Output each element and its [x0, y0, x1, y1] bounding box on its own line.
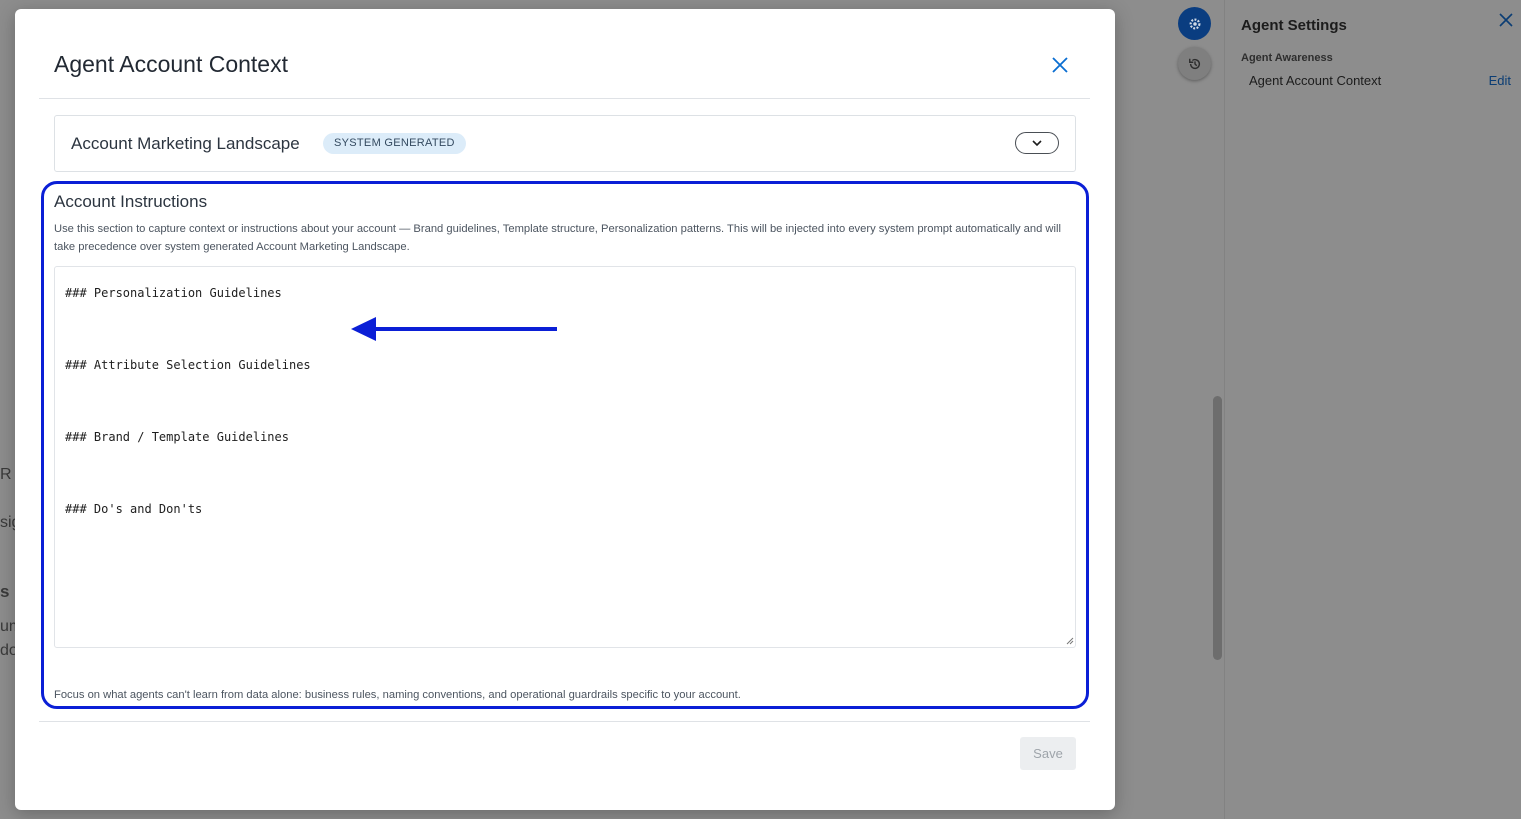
edit-link[interactable]: Edit: [1489, 73, 1511, 88]
panel-title: Agent Settings: [1241, 17, 1347, 34]
resize-handle-icon[interactable]: [1066, 637, 1074, 645]
instructions-description: Use this section to capture context or i…: [54, 223, 1061, 253]
history-icon: [1188, 58, 1200, 69]
modal-title: Agent Account Context: [54, 51, 288, 77]
history-button[interactable]: [1178, 47, 1211, 80]
agent-settings-button[interactable]: [1178, 7, 1211, 40]
gear-icon: [1189, 18, 1200, 29]
agent-account-context-modal: Agent Account Context Account Marketing …: [15, 9, 1115, 810]
instructions-title: Account Instructions: [54, 192, 208, 211]
save-button[interactable]: Save: [1020, 737, 1076, 770]
landscape-title: Account Marketing Landscape: [71, 134, 300, 153]
instructions-textarea[interactable]: ### Personalization Guidelines ### Attri…: [54, 266, 1076, 648]
background-text-fragment: R: [0, 466, 12, 483]
close-icon[interactable]: [1498, 12, 1514, 28]
account-marketing-landscape-card[interactable]: Account Marketing Landscape SYSTEM GENER…: [54, 115, 1076, 172]
page-scrollbar[interactable]: [1213, 396, 1222, 660]
panel-section-label: Agent Awareness: [1241, 52, 1333, 64]
chevron-down-icon: [1032, 139, 1042, 146]
background-text-fragment: s: [0, 582, 10, 601]
footer-divider: [39, 721, 1090, 722]
header-divider: [39, 98, 1090, 99]
agent-settings-panel: Agent Settings Agent Awareness Agent Acc…: [1224, 0, 1521, 819]
instructions-hint: Focus on what agents can't learn from da…: [54, 689, 741, 701]
agent-account-context-label: Agent Account Context: [1249, 73, 1382, 88]
expand-button[interactable]: [1015, 132, 1059, 154]
annotation-arrow-icon: [351, 317, 557, 341]
system-generated-badge: SYSTEM GENERATED: [323, 133, 466, 154]
close-icon[interactable]: [1051, 56, 1069, 74]
